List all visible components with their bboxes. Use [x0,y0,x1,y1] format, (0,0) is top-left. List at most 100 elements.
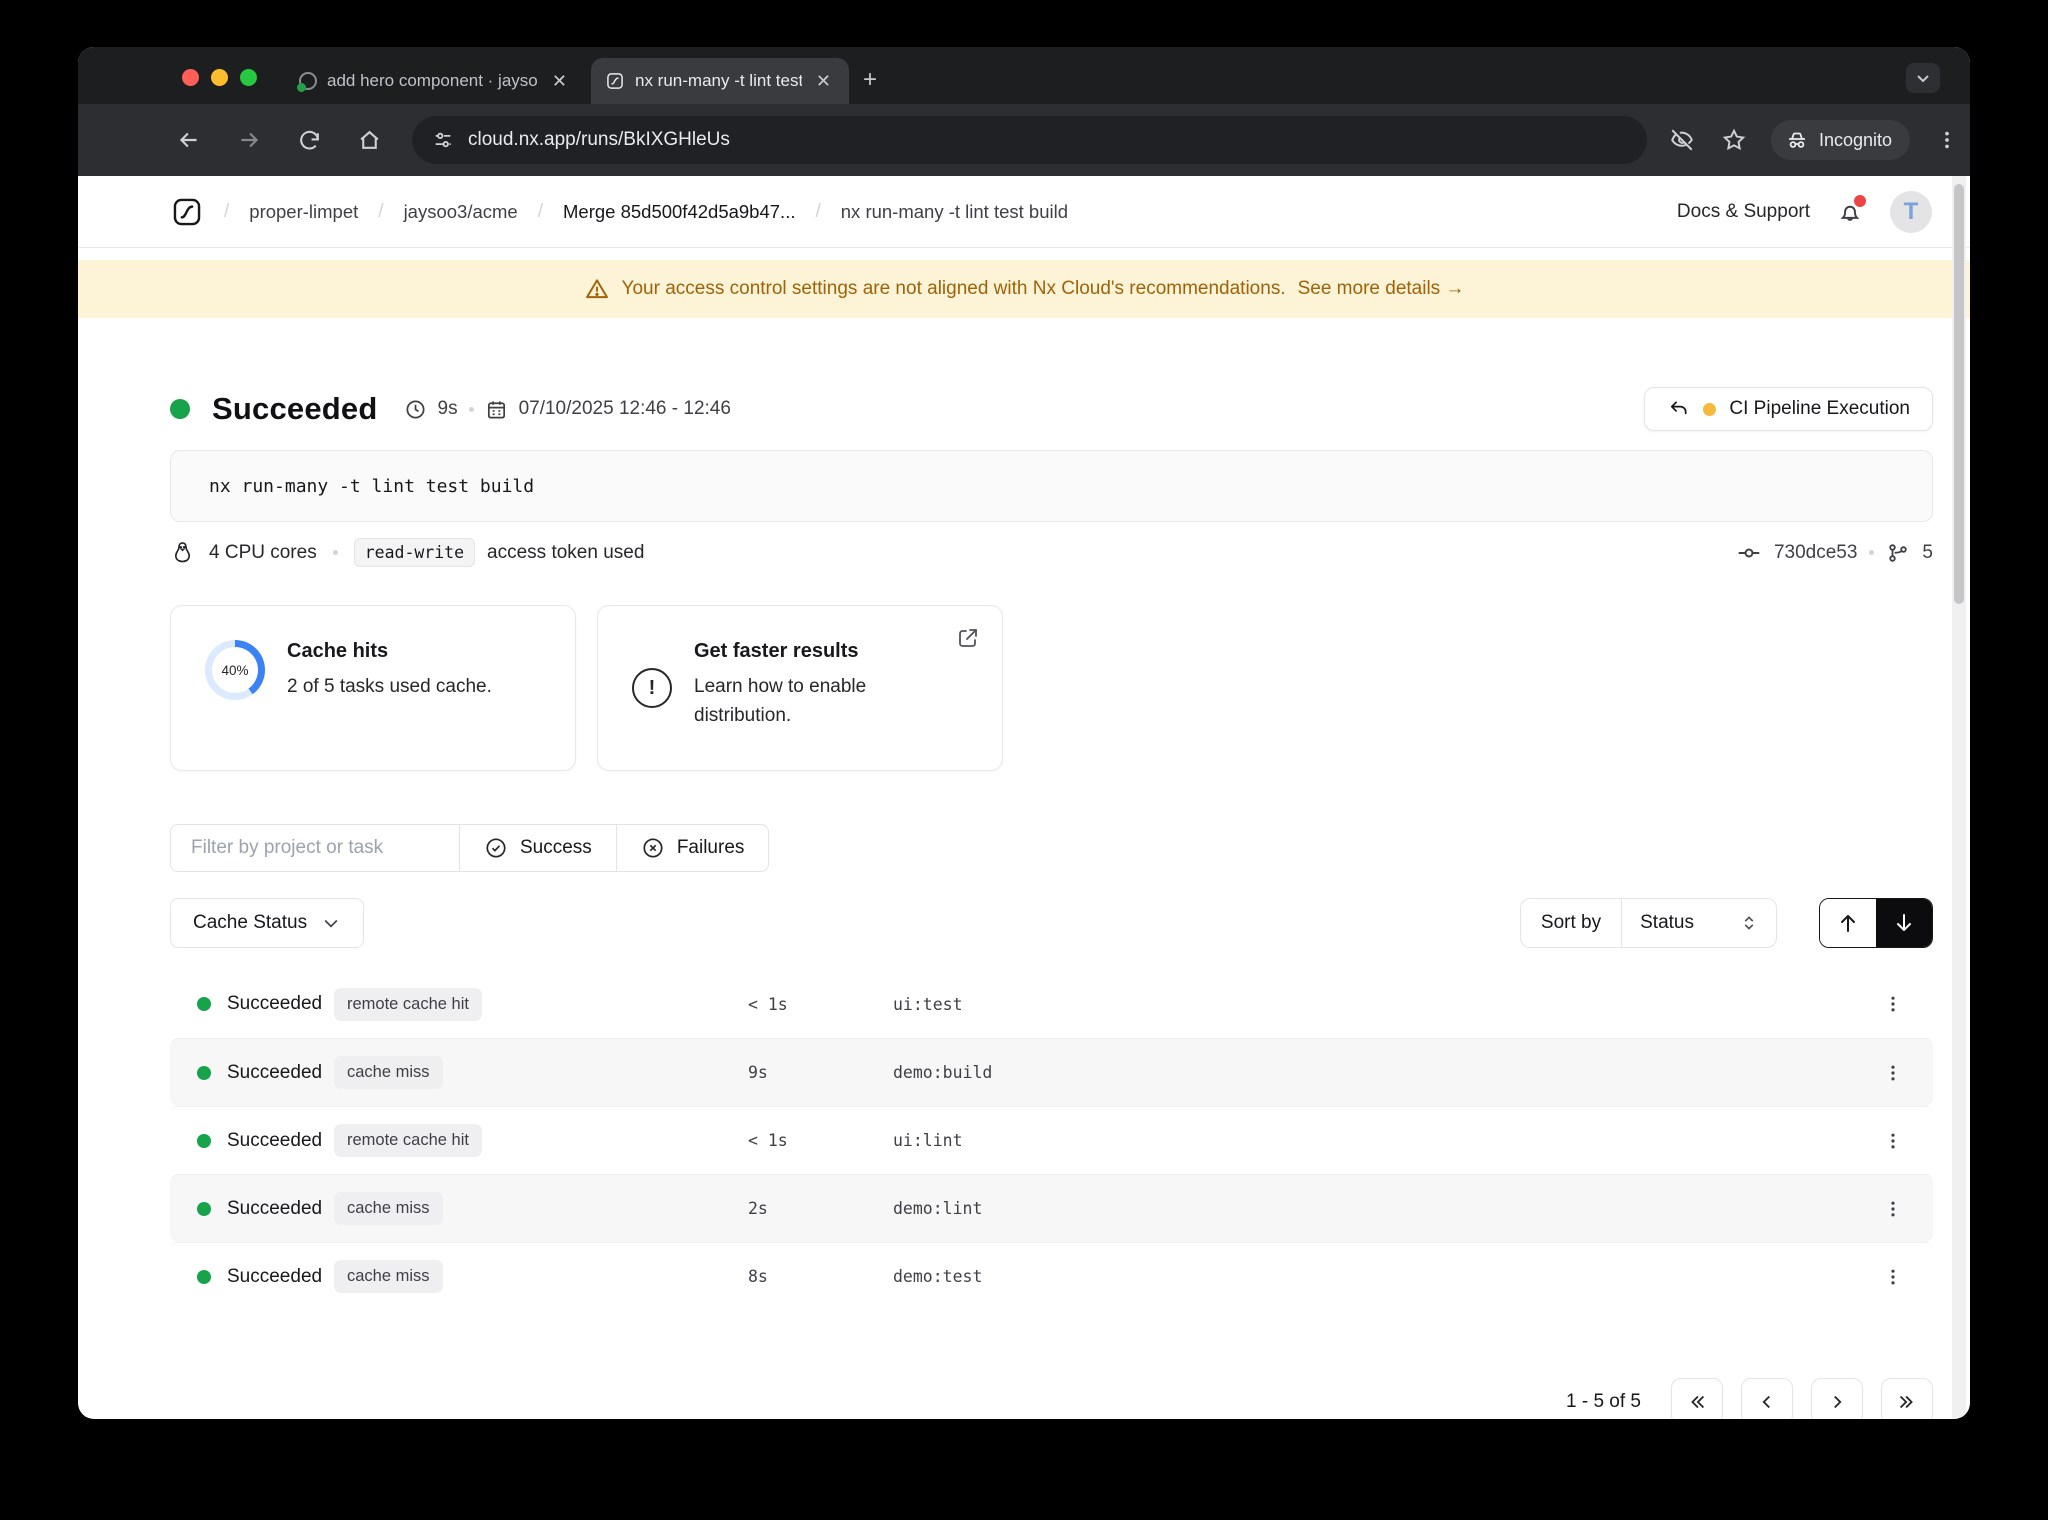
notifications-button[interactable] [1836,194,1866,226]
row-status: Succeeded [227,1197,323,1219]
faster-card-subtitle: Learn how to enable distribution. [694,676,867,726]
row-task-name: demo:lint [893,1199,983,1218]
branch-icon [1889,543,1908,562]
docs-support-link[interactable]: Docs & Support [1677,201,1810,223]
incognito-label: Incognito [1818,129,1892,150]
cache-status-dropdown[interactable]: Cache Status [170,898,365,948]
task-row[interactable]: Succeeded remote cache hit < 1s ui:test [170,970,1933,1038]
minimize-window-button[interactable] [211,69,228,86]
status-dot-icon [197,997,211,1011]
breadcrumb: / proper-limpet / jaysoo3/acme / Merge 8… [170,195,1068,229]
access-token-chip: read-write [353,538,476,567]
branch-count[interactable]: 5 [1922,542,1933,564]
task-row[interactable]: Succeeded remote cache hit < 1s ui:lint [170,1106,1933,1174]
row-task-name: ui:test [893,994,963,1014]
access-token-text: access token used [487,541,645,563]
banner-details-link[interactable]: See more details → [1298,278,1465,300]
commit-icon [1738,548,1760,557]
row-duration: < 1s [748,1131,788,1150]
row-menu-icon[interactable] [1878,1126,1908,1156]
breadcrumb-run[interactable]: nx run-many -t lint test build [841,201,1068,223]
eye-off-icon[interactable] [1659,117,1705,163]
first-page-button[interactable] [1671,1378,1723,1419]
cache-status-label: Cache Status [193,912,308,933]
desktop-background: add hero component · jaysoo ✕ nx run-man… [0,0,2048,1520]
filter-failures-toggle[interactable]: Failures [616,824,770,872]
page-scrollbar[interactable] [1952,176,1966,1419]
pagination-label: 1 - 5 of 5 [1566,1390,1641,1412]
run-status-title: Succeeded [212,391,378,426]
cache-status-chip: remote cache hit [334,1124,482,1157]
external-link-icon[interactable] [956,626,980,650]
tab-nx-run[interactable]: nx run-many -t lint test ... fro ✕ [591,58,849,104]
last-page-button[interactable] [1881,1378,1933,1419]
task-row[interactable]: Succeeded cache miss 8s demo:test [170,1242,1933,1310]
ci-pipeline-execution-button[interactable]: CI Pipeline Execution [1644,387,1933,431]
close-tab-icon[interactable]: ✕ [812,70,835,92]
row-duration: 9s [748,1063,768,1082]
row-status: Succeeded [227,993,323,1014]
breadcrumb-workspace[interactable]: proper-limpet [249,201,358,223]
row-menu-icon[interactable] [1878,989,1908,1019]
task-list: Succeeded remote cache hit < 1s ui:test … [170,970,1933,1310]
access-control-banner: Your access control settings are not ali… [78,260,1970,318]
cache-hits-card[interactable]: 40% Cache hits 2 of 5 tasks used cache. [170,605,576,771]
close-window-button[interactable] [182,69,199,86]
new-tab-button[interactable]: + [863,66,877,94]
commit-sha[interactable]: 730dce53 [1774,542,1857,564]
breadcrumb-merge-commit[interactable]: Merge 85d500f42d5a9b47... [563,201,795,223]
sort-descending-button[interactable] [1876,899,1932,947]
warning-triangle-icon [585,279,608,299]
status-dot-icon [197,1133,211,1148]
separator-dot [468,406,474,412]
sort-ascending-button[interactable] [1820,899,1876,947]
row-menu-icon[interactable] [1878,1058,1908,1088]
row-status: Succeeded [227,1265,323,1287]
previous-page-button[interactable] [1741,1378,1793,1419]
breadcrumb-separator: / [378,200,384,222]
clock-icon [405,399,425,419]
filter-success-toggle[interactable]: Success [459,824,617,872]
row-task-name: demo:test [893,1267,983,1286]
sort-select[interactable]: Status [1622,899,1776,947]
close-tab-icon[interactable]: ✕ [548,70,571,92]
run-timestamp: 07/10/2025 12:46 - 12:46 [518,398,731,419]
scrollbar-thumb[interactable] [1954,184,1964,604]
tab-search-chevron-icon[interactable] [1906,63,1940,93]
address-bar[interactable]: cloud.nx.app/runs/BkIXGHleUs [412,116,1647,164]
run-status-header: Succeeded 9s 07/10/2025 12:46 - 12:46 CI… [170,387,1933,431]
row-status: Succeeded [227,1129,323,1151]
nx-cloud-logo-icon[interactable] [170,195,204,229]
task-row[interactable]: Succeeded cache miss 9s demo:build [170,1038,1933,1106]
chevron-down-icon [324,919,338,928]
incognito-badge[interactable]: Incognito [1770,120,1910,160]
cache-status-chip: cache miss [334,1056,443,1089]
user-avatar[interactable]: T [1890,190,1932,233]
next-page-button[interactable] [1811,1378,1863,1419]
faster-results-card[interactable]: ! Get faster results Learn how to enable… [597,605,1003,771]
site-settings-icon[interactable] [432,129,454,151]
forward-icon[interactable] [226,117,272,163]
bookmark-star-icon[interactable] [1711,117,1757,163]
reload-icon[interactable] [286,117,332,163]
filter-input[interactable] [170,824,459,872]
zoom-window-button[interactable] [240,69,257,86]
url-text: cloud.nx.app/runs/BkIXGHleUs [468,129,730,150]
breadcrumb-repo[interactable]: jaysoo3/acme [404,201,518,223]
row-duration: 2s [748,1199,768,1218]
row-duration: < 1s [748,994,788,1014]
back-icon[interactable] [166,117,212,163]
browser-menu-icon[interactable] [1924,117,1970,163]
tab-add-hero-component[interactable]: add hero component · jaysoo ✕ [285,58,585,104]
list-controls: Cache Status Sort by Status [170,898,1933,948]
row-menu-icon[interactable] [1878,1194,1908,1224]
task-row[interactable]: Succeeded cache miss 2s demo:lint [170,1174,1933,1242]
row-task-name: ui:lint [893,1131,963,1150]
row-menu-icon[interactable] [1878,1262,1908,1292]
home-icon[interactable] [346,117,392,163]
pipeline-button-label: CI Pipeline Execution [1729,398,1910,419]
macos-traffic-lights [78,69,257,104]
linux-penguin-icon [174,542,191,563]
cache-card-title: Cache hits [287,640,389,662]
pipeline-status-dot [1703,402,1717,416]
